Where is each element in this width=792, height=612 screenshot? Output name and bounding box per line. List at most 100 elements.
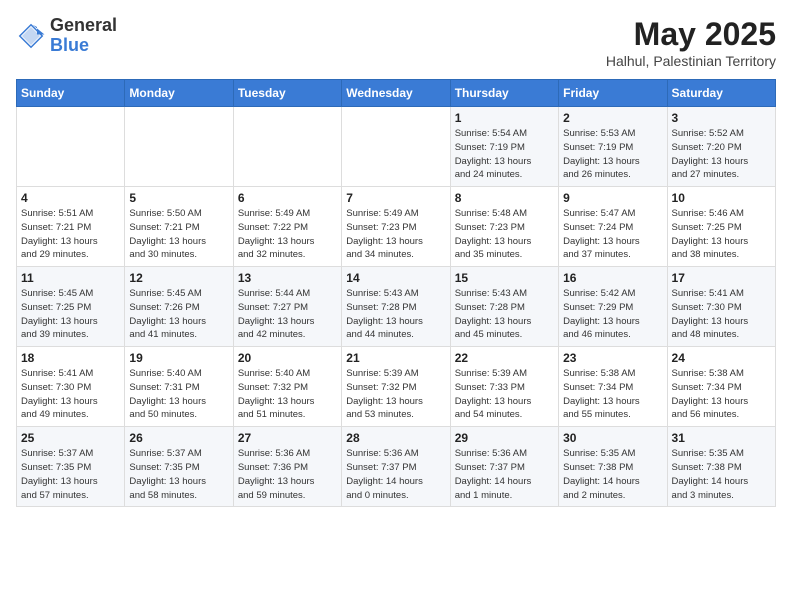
day-info: Sunrise: 5:52 AM Sunset: 7:20 PM Dayligh… bbox=[672, 127, 771, 182]
calendar-cell: 15 Sunrise: 5:43 AM Sunset: 7:28 PM Dayli… bbox=[450, 267, 558, 347]
day-info: Sunrise: 5:36 AM Sunset: 7:37 PM Dayligh… bbox=[346, 447, 445, 502]
calendar-cell: 30Sunrise: 5:35 AM Sunset: 7:38 PM Dayli… bbox=[559, 427, 667, 507]
day-info: Sunrise: 5:49 AM Sunset: 7:22 PM Dayligh… bbox=[238, 207, 337, 262]
header-day-thursday: Thursday bbox=[450, 80, 558, 107]
calendar-cell: 1 Sunrise: 5:54 AM Sunset: 7:19 PM Daylig… bbox=[450, 107, 558, 187]
calendar-cell: 12 Sunrise: 5:45 AM Sunset: 7:26 PM Dayli… bbox=[125, 267, 233, 347]
calendar-cell: 6 Sunrise: 5:49 AM Sunset: 7:22 PM Daylig… bbox=[233, 187, 341, 267]
day-number: 13 bbox=[238, 271, 337, 285]
day-info: Sunrise: 5:39 AM Sunset: 7:32 PM Dayligh… bbox=[346, 367, 445, 422]
day-info: Sunrise: 5:54 AM Sunset: 7:19 PM Dayligh… bbox=[455, 127, 554, 182]
calendar-header: SundayMondayTuesdayWednesdayThursdayFrid… bbox=[17, 80, 776, 107]
header-day-monday: Monday bbox=[125, 80, 233, 107]
calendar-cell: 31 Sunrise: 5:35 AM Sunset: 7:38 PM Dayli… bbox=[667, 427, 775, 507]
calendar-cell: 27Sunrise: 5:36 AM Sunset: 7:36 PM Dayli… bbox=[233, 427, 341, 507]
day-info: Sunrise: 5:46 AM Sunset: 7:25 PM Dayligh… bbox=[672, 207, 771, 262]
day-info: Sunrise: 5:43 AM Sunset: 7:28 PM Dayligh… bbox=[455, 287, 554, 342]
logo-blue: Blue bbox=[50, 35, 89, 55]
day-number: 6 bbox=[238, 191, 337, 205]
calendar-cell: 26 Sunrise: 5:37 AM Sunset: 7:35 PM Dayli… bbox=[125, 427, 233, 507]
calendar-cell: 22 Sunrise: 5:39 AM Sunset: 7:33 PM Dayli… bbox=[450, 347, 558, 427]
day-info: Sunrise: 5:45 AM Sunset: 7:26 PM Dayligh… bbox=[129, 287, 228, 342]
calendar-cell: 21Sunrise: 5:39 AM Sunset: 7:32 PM Dayli… bbox=[342, 347, 450, 427]
calendar-table: SundayMondayTuesdayWednesdayThursdayFrid… bbox=[16, 79, 776, 507]
calendar-cell: 17 Sunrise: 5:41 AM Sunset: 7:30 PM Dayli… bbox=[667, 267, 775, 347]
logo: General Blue bbox=[16, 16, 117, 56]
week-row-5: 25 Sunrise: 5:37 AM Sunset: 7:35 PM Dayli… bbox=[17, 427, 776, 507]
day-number: 25 bbox=[21, 431, 120, 445]
day-number: 19 bbox=[129, 351, 228, 365]
day-number: 9 bbox=[563, 191, 662, 205]
calendar-cell: 9 Sunrise: 5:47 AM Sunset: 7:24 PM Daylig… bbox=[559, 187, 667, 267]
title-block: May 2025 Halhul, Palestinian Territory bbox=[606, 16, 776, 69]
day-number: 26 bbox=[129, 431, 228, 445]
calendar-cell: 3 Sunrise: 5:52 AM Sunset: 7:20 PM Daylig… bbox=[667, 107, 775, 187]
calendar-cell: 8 Sunrise: 5:48 AM Sunset: 7:23 PM Daylig… bbox=[450, 187, 558, 267]
header-row: SundayMondayTuesdayWednesdayThursdayFrid… bbox=[17, 80, 776, 107]
day-number: 7 bbox=[346, 191, 445, 205]
calendar-cell bbox=[125, 107, 233, 187]
calendar-cell: 4 Sunrise: 5:51 AM Sunset: 7:21 PM Daylig… bbox=[17, 187, 125, 267]
day-info: Sunrise: 5:47 AM Sunset: 7:24 PM Dayligh… bbox=[563, 207, 662, 262]
calendar-cell: 24 Sunrise: 5:38 AM Sunset: 7:34 PM Dayli… bbox=[667, 347, 775, 427]
day-number: 12 bbox=[129, 271, 228, 285]
day-number: 22 bbox=[455, 351, 554, 365]
day-number: 15 bbox=[455, 271, 554, 285]
calendar-cell: 23 Sunrise: 5:38 AM Sunset: 7:34 PM Dayli… bbox=[559, 347, 667, 427]
logo-icon bbox=[16, 21, 46, 51]
day-info: Sunrise: 5:41 AM Sunset: 7:30 PM Dayligh… bbox=[21, 367, 120, 422]
day-info: Sunrise: 5:45 AM Sunset: 7:25 PM Dayligh… bbox=[21, 287, 120, 342]
day-number: 11 bbox=[21, 271, 120, 285]
day-number: 20 bbox=[238, 351, 337, 365]
header-day-sunday: Sunday bbox=[17, 80, 125, 107]
day-number: 17 bbox=[672, 271, 771, 285]
calendar-cell: 10 Sunrise: 5:46 AM Sunset: 7:25 PM Dayli… bbox=[667, 187, 775, 267]
day-number: 4 bbox=[21, 191, 120, 205]
day-number: 28 bbox=[346, 431, 445, 445]
day-number: 16 bbox=[563, 271, 662, 285]
day-number: 31 bbox=[672, 431, 771, 445]
day-number: 18 bbox=[21, 351, 120, 365]
location: Halhul, Palestinian Territory bbox=[606, 53, 776, 69]
day-number: 8 bbox=[455, 191, 554, 205]
calendar-cell: 25Sunrise: 5:37 AM Sunset: 7:35 PM Dayli… bbox=[17, 427, 125, 507]
calendar-cell: 5Sunrise: 5:50 AM Sunset: 7:21 PM Daylig… bbox=[125, 187, 233, 267]
logo-general: General bbox=[50, 15, 117, 35]
header-day-tuesday: Tuesday bbox=[233, 80, 341, 107]
week-row-4: 18 Sunrise: 5:41 AM Sunset: 7:30 PM Dayli… bbox=[17, 347, 776, 427]
day-number: 24 bbox=[672, 351, 771, 365]
header-day-wednesday: Wednesday bbox=[342, 80, 450, 107]
month-year: May 2025 bbox=[606, 16, 776, 53]
calendar-cell: 13Sunrise: 5:44 AM Sunset: 7:27 PM Dayli… bbox=[233, 267, 341, 347]
day-info: Sunrise: 5:50 AM Sunset: 7:21 PM Dayligh… bbox=[129, 207, 228, 262]
day-info: Sunrise: 5:49 AM Sunset: 7:23 PM Dayligh… bbox=[346, 207, 445, 262]
calendar-cell: 29Sunrise: 5:36 AM Sunset: 7:37 PM Dayli… bbox=[450, 427, 558, 507]
day-number: 10 bbox=[672, 191, 771, 205]
calendar-cell: 2Sunrise: 5:53 AM Sunset: 7:19 PM Daylig… bbox=[559, 107, 667, 187]
page-header: General Blue May 2025 Halhul, Palestinia… bbox=[16, 16, 776, 69]
calendar-cell: 28 Sunrise: 5:36 AM Sunset: 7:37 PM Dayli… bbox=[342, 427, 450, 507]
day-number: 3 bbox=[672, 111, 771, 125]
day-info: Sunrise: 5:42 AM Sunset: 7:29 PM Dayligh… bbox=[563, 287, 662, 342]
calendar-cell: 11 Sunrise: 5:45 AM Sunset: 7:25 PM Dayli… bbox=[17, 267, 125, 347]
day-number: 1 bbox=[455, 111, 554, 125]
day-info: Sunrise: 5:35 AM Sunset: 7:38 PM Dayligh… bbox=[672, 447, 771, 502]
day-info: Sunrise: 5:48 AM Sunset: 7:23 PM Dayligh… bbox=[455, 207, 554, 262]
day-number: 27 bbox=[238, 431, 337, 445]
day-info: Sunrise: 5:53 AM Sunset: 7:19 PM Dayligh… bbox=[563, 127, 662, 182]
calendar-cell bbox=[17, 107, 125, 187]
day-info: Sunrise: 5:41 AM Sunset: 7:30 PM Dayligh… bbox=[672, 287, 771, 342]
week-row-2: 4 Sunrise: 5:51 AM Sunset: 7:21 PM Daylig… bbox=[17, 187, 776, 267]
day-info: Sunrise: 5:35 AM Sunset: 7:38 PM Dayligh… bbox=[563, 447, 662, 502]
day-info: Sunrise: 5:37 AM Sunset: 7:35 PM Dayligh… bbox=[129, 447, 228, 502]
calendar-cell bbox=[233, 107, 341, 187]
day-info: Sunrise: 5:39 AM Sunset: 7:33 PM Dayligh… bbox=[455, 367, 554, 422]
day-info: Sunrise: 5:38 AM Sunset: 7:34 PM Dayligh… bbox=[672, 367, 771, 422]
day-info: Sunrise: 5:43 AM Sunset: 7:28 PM Dayligh… bbox=[346, 287, 445, 342]
header-day-saturday: Saturday bbox=[667, 80, 775, 107]
day-info: Sunrise: 5:51 AM Sunset: 7:21 PM Dayligh… bbox=[21, 207, 120, 262]
day-number: 23 bbox=[563, 351, 662, 365]
day-info: Sunrise: 5:38 AM Sunset: 7:34 PM Dayligh… bbox=[563, 367, 662, 422]
calendar-cell: 20 Sunrise: 5:40 AM Sunset: 7:32 PM Dayli… bbox=[233, 347, 341, 427]
day-info: Sunrise: 5:40 AM Sunset: 7:32 PM Dayligh… bbox=[238, 367, 337, 422]
